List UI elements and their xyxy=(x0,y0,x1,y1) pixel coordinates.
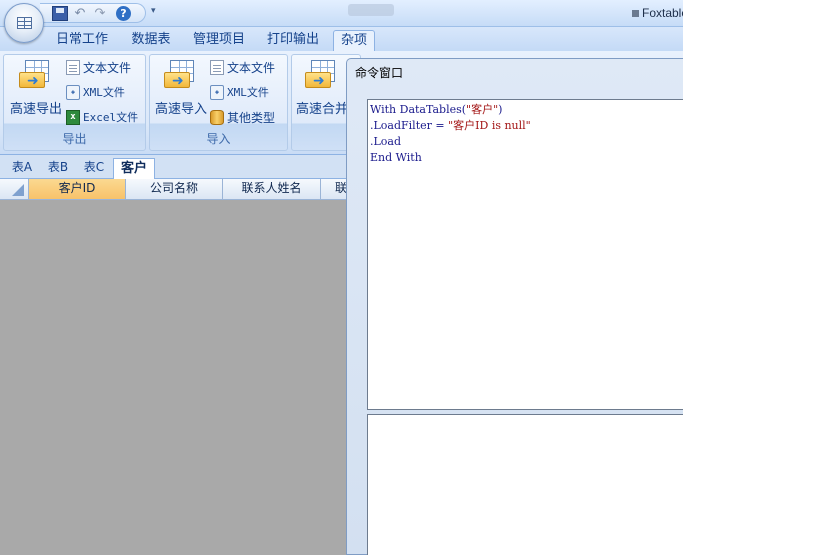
export-text-file-button[interactable]: 文本文件 xyxy=(66,58,131,78)
command-window: 命令窗口 With DataTables("客户") .LoadFilter =… xyxy=(346,58,683,555)
app-icon xyxy=(632,10,639,17)
import-other-types-button[interactable]: 其他类型 xyxy=(210,108,275,128)
customize-toolbar-icon[interactable]: ▾ xyxy=(151,6,156,16)
code-line-2: .LoadFilter = "客户ID is null" xyxy=(370,118,683,134)
sheet-tab-a[interactable]: 表A xyxy=(6,158,38,179)
code-string: "客户" xyxy=(466,103,499,116)
code-token: With DataTables( xyxy=(370,103,467,116)
import-other-types-label: 其他类型 xyxy=(227,111,276,125)
column-header-company-name[interactable]: 公司名称 xyxy=(126,179,223,199)
ribbon-tabs: 日常工作 数据表 管理项目 打印输出 杂项 xyxy=(0,27,683,51)
code-line-1: With DataTables("客户") xyxy=(370,102,683,118)
export-group-label: 导出 xyxy=(62,132,87,146)
xml-file-icon: ◈ xyxy=(66,84,80,100)
save-icon[interactable] xyxy=(52,6,68,21)
command-window-title: 命令窗口 xyxy=(355,66,404,80)
import-group: ➜ 高速导入 文本文件 ◈ XML文件 其他类型 导入 xyxy=(149,54,288,151)
app-title: Foxtable xyxy=(632,6,683,20)
tab-misc[interactable]: 杂项 xyxy=(333,30,375,51)
text-file-icon xyxy=(210,60,224,75)
code-line-3: .Load xyxy=(370,135,402,148)
fast-export-button[interactable]: ➜ 高速导出 xyxy=(8,58,64,118)
fast-import-label: 高速导入 xyxy=(154,102,207,117)
export-excel-file-label: Excel文件 xyxy=(83,111,139,124)
code-line-4: End With xyxy=(370,151,422,164)
title-bar: ↶ ↷ ? ▾ Foxtable xyxy=(0,0,683,27)
export-text-file-label: 文本文件 xyxy=(83,61,132,75)
import-group-label: 导入 xyxy=(206,132,231,146)
sheet-tab-customers[interactable]: 客户 xyxy=(113,158,155,179)
foxtable-window: ↶ ↷ ? ▾ Foxtable 日常工作 数据表 管理项目 打印输出 杂项 ➜… xyxy=(0,0,683,555)
code-token: .LoadFilter = xyxy=(370,119,449,132)
quick-access-toolbar: ↶ ↷ ? xyxy=(40,3,146,23)
import-text-file-button[interactable]: 文本文件 xyxy=(210,58,275,78)
fast-import-icon: ➜ xyxy=(164,58,198,90)
fast-merge-icon: ➜ xyxy=(305,58,339,90)
fast-export-icon: ➜ xyxy=(19,58,53,90)
redo-icon[interactable]: ↷ xyxy=(92,6,108,21)
help-icon[interactable]: ? xyxy=(116,6,131,21)
tab-manage-project[interactable]: 管理项目 xyxy=(188,30,250,51)
column-header-customer-id[interactable]: 客户ID xyxy=(29,179,126,199)
excel-file-icon: x xyxy=(66,109,80,125)
fast-export-label: 高速导出 xyxy=(9,102,62,117)
code-token: ) xyxy=(498,103,503,116)
code-string: "客户ID is null" xyxy=(448,119,531,132)
tab-print-output[interactable]: 打印输出 xyxy=(262,30,324,51)
export-group: ➜ 高速导出 文本文件 ◈ XML文件 x Excel文件 导出 xyxy=(3,54,146,151)
import-xml-file-label: XML文件 xyxy=(227,86,269,99)
text-file-icon xyxy=(66,60,80,75)
tab-daily-work[interactable]: 日常工作 xyxy=(52,30,112,51)
table-icon xyxy=(17,17,32,29)
output-pane[interactable] xyxy=(367,414,683,555)
application-menu-button[interactable] xyxy=(4,3,44,43)
database-icon xyxy=(210,110,224,125)
tab-data-table[interactable]: 数据表 xyxy=(125,30,177,51)
app-title-text: Foxtable xyxy=(642,6,683,20)
import-text-file-label: 文本文件 xyxy=(227,61,276,75)
fast-merge-button[interactable]: ➜ 高速合并 xyxy=(294,58,350,118)
select-all-corner[interactable] xyxy=(0,179,29,199)
export-excel-file-button[interactable]: x Excel文件 xyxy=(66,108,138,128)
xml-file-icon: ◈ xyxy=(210,84,224,100)
fast-import-button[interactable]: ➜ 高速导入 xyxy=(153,58,209,118)
column-header-contact-name[interactable]: 联系人姓名 xyxy=(223,179,321,199)
import-xml-file-button[interactable]: ◈ XML文件 xyxy=(210,83,269,103)
undo-icon[interactable]: ↶ xyxy=(72,6,88,21)
sheet-tab-c[interactable]: 表C xyxy=(78,158,110,179)
code-editor[interactable]: With DataTables("客户") .LoadFilter = "客户I… xyxy=(367,99,683,410)
blurred-title-element xyxy=(348,4,394,16)
export-xml-file-label: XML文件 xyxy=(83,86,125,99)
sheet-tab-b[interactable]: 表B xyxy=(42,158,74,179)
export-xml-file-button[interactable]: ◈ XML文件 xyxy=(66,83,125,103)
